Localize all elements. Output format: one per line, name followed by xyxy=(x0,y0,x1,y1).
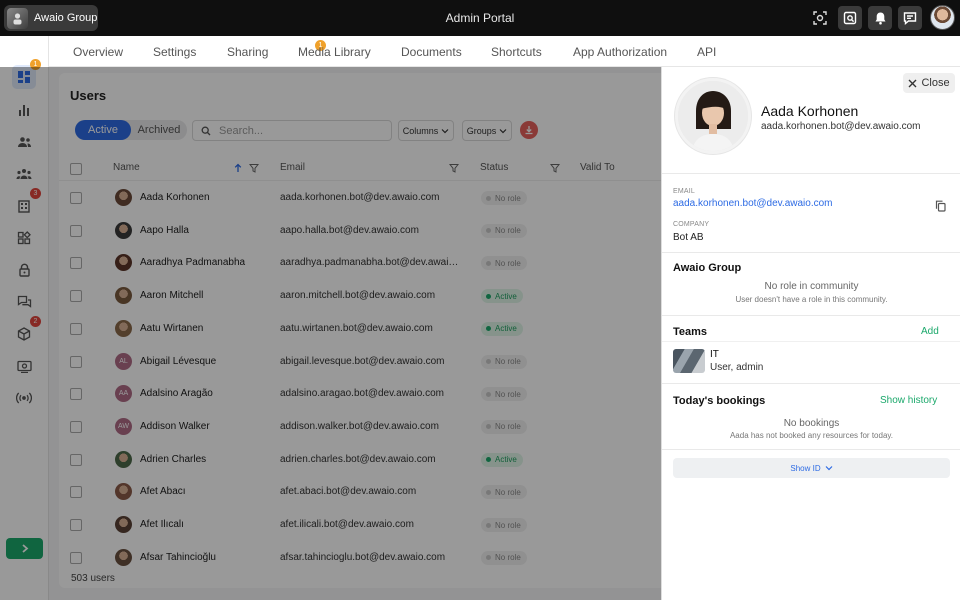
company-label: COMPANY xyxy=(673,221,710,228)
company-value: Bot AB xyxy=(673,232,704,243)
show-history-button[interactable]: Show history xyxy=(880,395,937,406)
tab-sharing[interactable]: Sharing xyxy=(227,45,268,59)
community-role-status: No role in community xyxy=(764,281,859,292)
teams-title: Teams xyxy=(673,326,708,338)
bookings-status: No bookings xyxy=(783,418,840,429)
divider xyxy=(662,252,960,253)
show-id-button[interactable]: Show ID xyxy=(673,458,950,478)
profile-name: Aada Korhonen xyxy=(761,103,859,119)
top-bar: Awaio Group Admin Portal xyxy=(0,0,960,36)
divider xyxy=(662,341,960,342)
community-title: Awaio Group xyxy=(673,262,742,274)
chevron-down-icon xyxy=(825,466,833,471)
tab-media-library[interactable]: Media Library xyxy=(298,45,371,59)
team-image xyxy=(673,349,705,373)
team-name[interactable]: IT xyxy=(710,349,719,360)
close-label: Close xyxy=(921,77,950,89)
messages-icon[interactable] xyxy=(898,6,922,30)
divider xyxy=(662,173,960,174)
user-avatar[interactable] xyxy=(930,5,955,30)
tab-shortcuts[interactable]: Shortcuts xyxy=(491,45,542,59)
tab-api[interactable]: API xyxy=(697,45,716,59)
bookings-note: Aada has not booked any resources for to… xyxy=(729,431,894,440)
profile-photo xyxy=(675,78,751,154)
email-link[interactable]: aada.korhonen.bot@dev.awaio.com xyxy=(673,198,833,209)
tab-settings[interactable]: Settings xyxy=(153,45,196,59)
divider xyxy=(662,315,960,316)
divider xyxy=(662,449,960,450)
team-role: User, admin xyxy=(710,362,764,373)
tab-bar: Overview Settings Sharing 1 Media Librar… xyxy=(49,36,960,67)
close-icon xyxy=(908,79,917,87)
divider xyxy=(662,383,960,384)
tab-overview[interactable]: Overview xyxy=(73,45,123,59)
close-button[interactable]: Close xyxy=(903,73,955,93)
community-role-note: User doesn't have a role in this communi… xyxy=(735,295,888,304)
scan-icon[interactable] xyxy=(808,6,832,30)
add-team-button[interactable]: Add xyxy=(921,326,939,337)
email-label: EMAIL xyxy=(673,188,696,195)
show-id-label: Show ID xyxy=(790,463,821,473)
bookings-title: Today's bookings xyxy=(673,395,766,407)
preview-icon[interactable] xyxy=(838,6,862,30)
bell-icon[interactable] xyxy=(868,6,892,30)
user-profile-panel: Close Aada Korhonen aada.korhonen.bot@de… xyxy=(661,67,960,600)
tab-app-authorization[interactable]: App Authorization xyxy=(573,45,667,59)
tab-documents[interactable]: Documents xyxy=(401,45,462,59)
modal-backdrop[interactable] xyxy=(0,67,661,600)
profile-email: aada.korhonen.bot@dev.awaio.com xyxy=(761,121,921,132)
copy-icon[interactable] xyxy=(935,200,946,212)
